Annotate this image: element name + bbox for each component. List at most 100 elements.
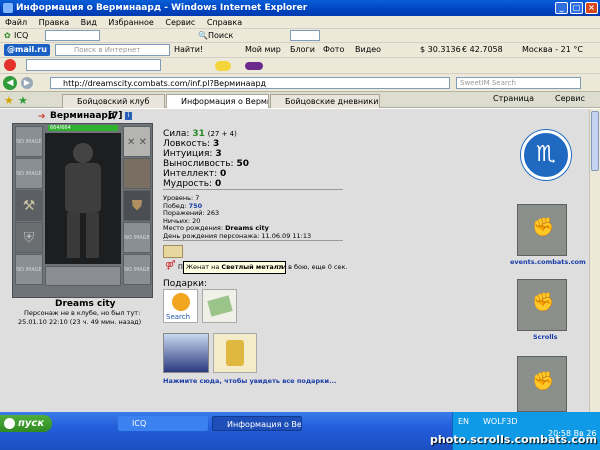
menu-bar: Файл Правка Вид Избранное Сервис Справка bbox=[0, 16, 600, 29]
character-level: [7] bbox=[108, 111, 123, 121]
stat-row: Мудрость: 0 bbox=[163, 179, 222, 189]
flower-icon: ✿ bbox=[4, 31, 11, 40]
icq-button[interactable]: ICQ bbox=[14, 29, 28, 43]
back-button[interactable]: ◀ bbox=[3, 76, 17, 90]
gift-money[interactable] bbox=[202, 289, 237, 323]
marriage-line-rest: ти в бою, еще 0 сек. bbox=[278, 263, 348, 271]
events-banner[interactable]: ✊ bbox=[517, 204, 567, 256]
menu-tools[interactable]: Сервис bbox=[165, 18, 195, 27]
character-name[interactable]: Верминаард bbox=[50, 111, 115, 121]
my-world-link[interactable]: Мой мир bbox=[245, 43, 281, 57]
stats-block: Сила: 31 (27 + 4) Ловкость: 3 Интуиция: … bbox=[163, 129, 249, 189]
belt-slot[interactable]: NO IMAGE bbox=[15, 254, 43, 285]
info-icon[interactable]: i bbox=[125, 112, 132, 120]
stat-row: Выносливость: 50 bbox=[163, 159, 249, 169]
gift-gold[interactable] bbox=[213, 333, 257, 373]
url-input[interactable]: http://dreamscity.combats.com/inf.pl?Вер… bbox=[50, 77, 450, 89]
window-title: Информация о Верминаард - Windows Intern… bbox=[16, 3, 308, 13]
mask-icon[interactable] bbox=[245, 62, 263, 70]
gloves-slot[interactable] bbox=[123, 158, 151, 189]
gift-search[interactable]: Search bbox=[163, 289, 198, 323]
extra-toolbar bbox=[0, 58, 600, 74]
page-menu[interactable]: Страница bbox=[493, 94, 534, 103]
menu-edit[interactable]: Правка bbox=[39, 18, 69, 27]
tab-fight-club[interactable]: Бойцовский клуб bbox=[62, 94, 165, 108]
armor-slot[interactable]: ⛨ bbox=[15, 222, 43, 253]
all-gifts-link[interactable]: Нажмите сюда, чтобы увидеть все подарки.… bbox=[163, 377, 336, 386]
tab-info[interactable]: Информация о Вермина... bbox=[166, 94, 269, 108]
usd-rate: $ 30.3136 bbox=[420, 45, 461, 54]
camera-icon: ✊ bbox=[532, 371, 555, 392]
minimize-button[interactable]: _ bbox=[555, 2, 568, 14]
photo-banner[interactable]: ✊ bbox=[517, 356, 567, 412]
boots-slot[interactable]: NO IMAGE bbox=[123, 254, 151, 285]
title-bar: Информация о Верминаард - Windows Intern… bbox=[0, 0, 600, 16]
scrollbar-thumb[interactable] bbox=[591, 111, 599, 171]
sweetim-icon[interactable] bbox=[4, 59, 16, 71]
task-ie[interactable]: Информация о Верм... bbox=[212, 416, 302, 431]
watermark: photo.scrolls.combats.com bbox=[430, 433, 597, 446]
smiley-icon[interactable] bbox=[215, 61, 231, 71]
mailru-logo[interactable]: @mail.ru bbox=[4, 44, 50, 56]
add-favorites-icon[interactable]: ★ bbox=[18, 94, 28, 107]
clan-emblem[interactable]: ♏ bbox=[521, 130, 571, 180]
weather: Москва - 21 °C bbox=[522, 45, 583, 54]
details-block: Уровень: 7 Побед: 750 Поражений: 263 Нич… bbox=[163, 194, 312, 240]
inventory-bar[interactable] bbox=[45, 266, 121, 286]
close-button[interactable]: × bbox=[585, 2, 598, 14]
maximize-button[interactable]: □ bbox=[570, 2, 583, 14]
gifts-label: Подарки: bbox=[163, 279, 208, 289]
detail-birthday: День рождения персонажа: 11.06.09 11:13 bbox=[163, 231, 312, 240]
menu-help[interactable]: Справка bbox=[207, 18, 242, 27]
icq-search-input[interactable] bbox=[45, 30, 100, 41]
stat-row: Интеллект: 0 bbox=[163, 169, 227, 179]
helmet-slot[interactable]: NO IMAGE bbox=[15, 126, 43, 157]
shield-slot[interactable]: ⛊ bbox=[123, 190, 151, 221]
forward-button[interactable]: ▶ bbox=[21, 77, 33, 89]
stat-row: Интуиция: 3 bbox=[163, 149, 222, 159]
city-name: Dreams city bbox=[55, 299, 116, 309]
tab-diaries[interactable]: Бойцовские дневники - Све... bbox=[270, 94, 380, 108]
windows-logo-icon bbox=[4, 418, 15, 429]
events-link[interactable]: events.combats.com bbox=[510, 258, 586, 267]
menu-view[interactable]: Вид bbox=[81, 18, 97, 27]
page-content: ➜ Верминаард [7] i 664/664 NO IMAGE NO I… bbox=[0, 109, 600, 412]
photo-link[interactable]: Фото bbox=[323, 43, 344, 57]
marriage-icon: ⚤ bbox=[165, 261, 176, 271]
sweetim-search-input[interactable]: SweetIM Search bbox=[456, 77, 581, 89]
address-bar: ◀ ▶ http://dreamscity.combats.com/inf.pl… bbox=[0, 74, 600, 92]
blogs-link[interactable]: Блоги bbox=[290, 43, 315, 57]
scrolls-banner[interactable]: ✊ bbox=[517, 279, 567, 331]
married-tooltip: Женат на Светлый металл bbox=[183, 261, 287, 274]
rings-icon[interactable] bbox=[163, 245, 183, 258]
amulet-slot[interactable]: NO IMAGE bbox=[15, 158, 43, 189]
video-link[interactable]: Видео bbox=[355, 43, 381, 57]
arrow-icon: ➜ bbox=[38, 112, 46, 122]
menu-favorites[interactable]: Избранное bbox=[108, 18, 153, 27]
money-icon bbox=[207, 295, 233, 317]
find-button[interactable]: Найти! bbox=[174, 43, 203, 57]
menu-file[interactable]: Файл bbox=[5, 18, 27, 27]
character-figure bbox=[45, 133, 121, 264]
favorites-star-icon[interactable]: ★ bbox=[4, 94, 14, 107]
status-line: Персонаж не в клубе, но был тут: bbox=[24, 309, 141, 317]
scorpion-icon: ♏ bbox=[536, 142, 556, 167]
mailru-search-input[interactable]: Поиск в Интернет bbox=[55, 44, 170, 56]
weapon-slot[interactable]: ⚒ bbox=[15, 190, 43, 221]
toolbar-dropdown[interactable] bbox=[290, 30, 320, 41]
last-seen: 25.01.10 22:10 (23 ч. 49 мин. назад) bbox=[18, 318, 142, 326]
vertical-scrollbar[interactable] bbox=[589, 109, 600, 412]
toolbar-input[interactable] bbox=[26, 59, 161, 71]
legs-slot[interactable]: NO IMAGE bbox=[123, 222, 151, 253]
stat-row: Сила: 31 (27 + 4) bbox=[163, 129, 237, 139]
tools-menu[interactable]: Сервис bbox=[555, 94, 585, 103]
language-indicator[interactable]: EN bbox=[458, 417, 469, 426]
eur-rate: € 42.7058 bbox=[462, 45, 503, 54]
mailru-toolbar: @mail.ru Поиск в Интернет Найти! Мой мир… bbox=[0, 43, 600, 58]
ring-slots[interactable]: ✕ ✕ bbox=[123, 126, 151, 157]
scrolls-link[interactable]: Scrolls bbox=[533, 333, 558, 342]
gift-card[interactable] bbox=[163, 333, 209, 373]
icq-search-button[interactable]: Поиск bbox=[208, 29, 233, 43]
search-icon: 🔍 bbox=[198, 31, 208, 40]
task-icq[interactable]: ICQ bbox=[118, 416, 208, 431]
